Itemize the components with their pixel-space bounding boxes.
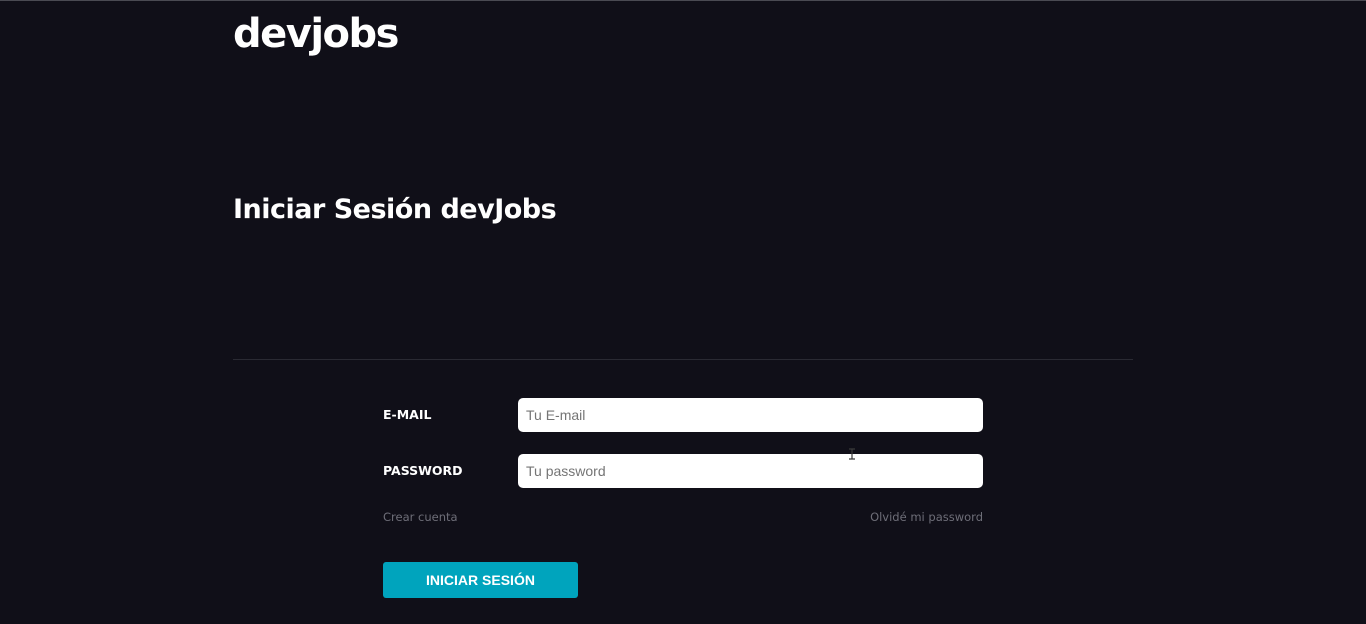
login-form: E-MAIL PASSWORD Crear cuenta Olvidé mi p… [383, 398, 983, 530]
password-field[interactable] [518, 454, 983, 488]
login-submit-button[interactable]: INICIAR SESIÓN [383, 562, 578, 598]
email-row: E-MAIL [383, 398, 983, 432]
form-links: Crear cuenta Olvidé mi password [383, 510, 983, 530]
email-field[interactable] [518, 398, 983, 432]
password-row: PASSWORD [383, 454, 983, 488]
top-border [0, 0, 1366, 1]
text-cursor-icon [848, 448, 856, 463]
email-label: E-MAIL [383, 406, 432, 422]
page-title: Iniciar Sesión devJobs [233, 194, 557, 225]
site-logo[interactable]: devjobs [233, 10, 399, 58]
forgot-password-link[interactable]: Olvidé mi password [870, 510, 983, 530]
create-account-link[interactable]: Crear cuenta [383, 510, 458, 530]
password-label: PASSWORD [383, 462, 463, 478]
divider [233, 359, 1133, 360]
